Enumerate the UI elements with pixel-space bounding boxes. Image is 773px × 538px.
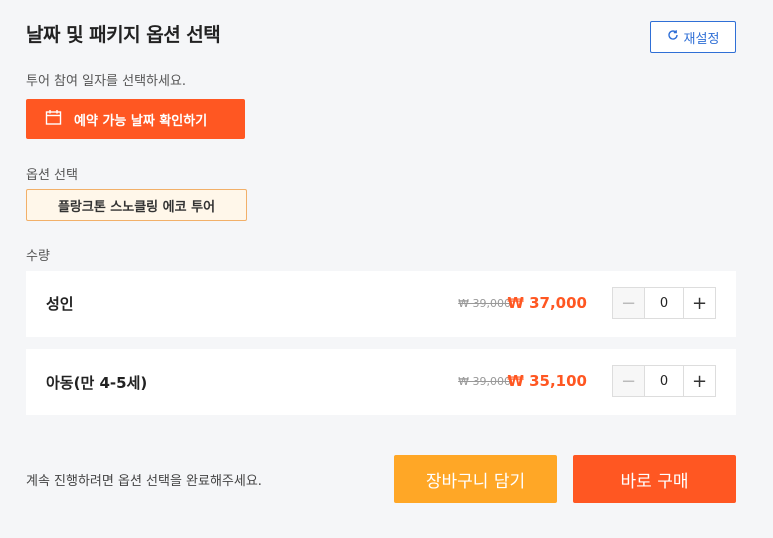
quantity-row-adult: 성인 ₩ 39,000 ₩ 37,000 − 0 + <box>26 271 736 337</box>
options-label: 옵션 선택 <box>26 168 78 183</box>
sale-price: ₩ 37,000 <box>507 294 587 312</box>
calendar-icon <box>45 109 62 130</box>
quantity-label: 수량 <box>26 249 50 264</box>
date-hint: 투어 참여 일자를 선택하세요. <box>26 74 187 89</box>
quantity-stepper: − 0 + <box>612 287 716 319</box>
decrement-button[interactable]: − <box>613 366 645 396</box>
row-name: 성인 <box>46 295 74 313</box>
row-name: 아동(만 4-5세) <box>46 374 148 392</box>
quantity-stepper: − 0 + <box>612 365 716 397</box>
page-title: 날짜 및 패키지 옵션 선택 <box>26 24 221 46</box>
buy-now-button[interactable]: 바로 구매 <box>573 455 736 503</box>
quantity-value[interactable]: 0 <box>645 288 683 318</box>
sale-price: ₩ 35,100 <box>507 372 587 390</box>
check-dates-label: 예약 가능 날짜 확인하기 <box>74 113 208 129</box>
check-dates-button[interactable]: 예약 가능 날짜 확인하기 <box>26 99 245 139</box>
refresh-icon <box>667 29 679 45</box>
increment-button[interactable]: + <box>683 288 715 318</box>
reset-label: 재설정 <box>683 31 720 47</box>
footer-notice: 계속 진행하려면 옵션 선택을 완료해주세요. <box>26 474 262 489</box>
original-price: ₩ 39,000 <box>458 375 511 388</box>
decrement-button[interactable]: − <box>613 288 645 318</box>
add-to-cart-button[interactable]: 장바구니 담기 <box>394 455 557 503</box>
original-price: ₩ 39,000 <box>458 297 511 310</box>
quantity-value[interactable]: 0 <box>645 366 683 396</box>
quantity-row-child: 아동(만 4-5세) ₩ 39,000 ₩ 35,100 − 0 + <box>26 349 736 415</box>
option-chip[interactable]: 플랑크톤 스노클링 에코 투어 <box>26 189 247 221</box>
increment-button[interactable]: + <box>683 366 715 396</box>
reset-button[interactable]: 재설정 <box>650 21 736 53</box>
